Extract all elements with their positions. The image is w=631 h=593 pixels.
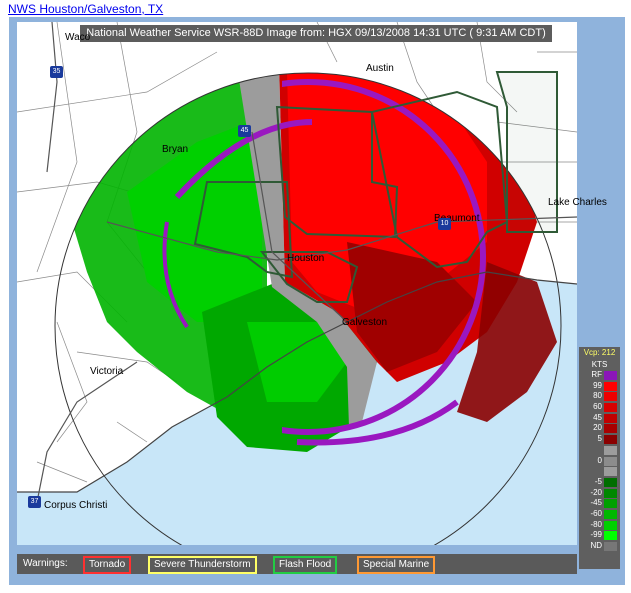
legend-value: -20: [590, 487, 602, 497]
legend-row: -45: [579, 498, 620, 509]
severe-thunderstorm-warning-button[interactable]: Severe Thunderstorm: [148, 556, 257, 574]
legend-swatch: [604, 509, 617, 519]
legend-row: 80: [579, 391, 620, 402]
vcp-label: Vcp: 212: [583, 348, 616, 357]
legend-row: 99: [579, 381, 620, 392]
tornado-warning-button[interactable]: Tornado: [83, 556, 132, 574]
legend-swatch: [604, 531, 617, 541]
legend-row: 0: [579, 456, 620, 467]
nws-houston-link[interactable]: NWS Houston/Galveston, TX: [8, 2, 163, 16]
legend-value: 80: [593, 391, 602, 401]
legend-value: 45: [593, 412, 602, 422]
legend-row: [579, 466, 620, 477]
city-label-waco: Waco: [65, 32, 91, 43]
legend-swatch: [604, 477, 617, 487]
legend-row: RF: [579, 370, 620, 381]
legend-swatch: [604, 371, 617, 380]
interstate-shield-icon: 35: [50, 66, 63, 78]
city-label-austin: Austin: [366, 63, 394, 74]
flash-flood-warning-button[interactable]: Flash Flood: [273, 556, 338, 574]
legend-row: [579, 445, 620, 456]
legend-row: ND: [579, 541, 620, 552]
interstate-shield-icon: 10: [438, 218, 451, 230]
legend-value: 60: [593, 402, 602, 412]
legend-swatch: [604, 499, 617, 509]
radar-map: [17, 22, 577, 545]
legend-swatch: [604, 424, 617, 434]
legend-swatch: [604, 520, 617, 530]
legend-swatch: [604, 413, 617, 423]
legend-swatch: [604, 392, 617, 402]
legend-value: RF: [591, 370, 602, 379]
legend-swatch: [604, 488, 617, 498]
legend-value: -99: [590, 530, 602, 540]
warnings-label: Warnings:: [23, 558, 68, 569]
legend-row: -80: [579, 520, 620, 531]
city-label-galveston: Galveston: [342, 317, 388, 328]
radar-header: National Weather Service WSR-88D Image f…: [80, 25, 552, 42]
city-label-corpus-christi: Corpus Christi: [44, 500, 108, 511]
legend-swatch: [604, 467, 617, 477]
legend-swatch: [604, 381, 617, 391]
legend-value: 99: [593, 380, 602, 390]
special-marine-warning-button[interactable]: Special Marine: [357, 556, 436, 574]
city-label-houston: Houston: [287, 253, 325, 264]
legend-swatch: [604, 456, 617, 466]
units-label: KTS: [591, 360, 608, 369]
legend-swatch: [604, 542, 617, 551]
city-label-victoria: Victoria: [90, 366, 124, 377]
warnings-bar: Warnings: Tornado Severe Thunderstorm Fl…: [17, 554, 577, 574]
city-label-bryan: Bryan: [162, 144, 189, 155]
city-label-lake-charles: Lake Charles: [548, 197, 607, 208]
legend-swatch: [604, 445, 617, 455]
legend-value: 0: [597, 455, 602, 465]
legend-row: 20: [579, 423, 620, 434]
legend-value: -60: [590, 508, 602, 518]
legend-value: -80: [590, 519, 602, 529]
legend-value: 20: [593, 423, 602, 433]
interstate-shield-icon: 45: [238, 125, 251, 137]
radar-map-graphic: [17, 22, 577, 545]
legend-row: -20: [579, 488, 620, 499]
legend-value: ND: [590, 541, 602, 550]
velocity-legend: Vcp: 212 KTS RF 99 80 60 45 20 5 0 -5 -20 -45 -60 -8…: [579, 347, 620, 569]
legend-swatch: [604, 403, 617, 413]
legend-row: 5: [579, 434, 620, 445]
legend-value: -5: [594, 476, 602, 486]
legend-row: 45: [579, 413, 620, 424]
legend-row: -99: [579, 530, 620, 541]
legend-row: 60: [579, 402, 620, 413]
legend-row: -60: [579, 509, 620, 520]
legend-swatch: [604, 435, 617, 445]
legend-row: -5: [579, 477, 620, 488]
interstate-shield-icon: 37: [28, 496, 41, 508]
legend-value: -45: [590, 498, 602, 508]
legend-value: 5: [597, 434, 602, 444]
